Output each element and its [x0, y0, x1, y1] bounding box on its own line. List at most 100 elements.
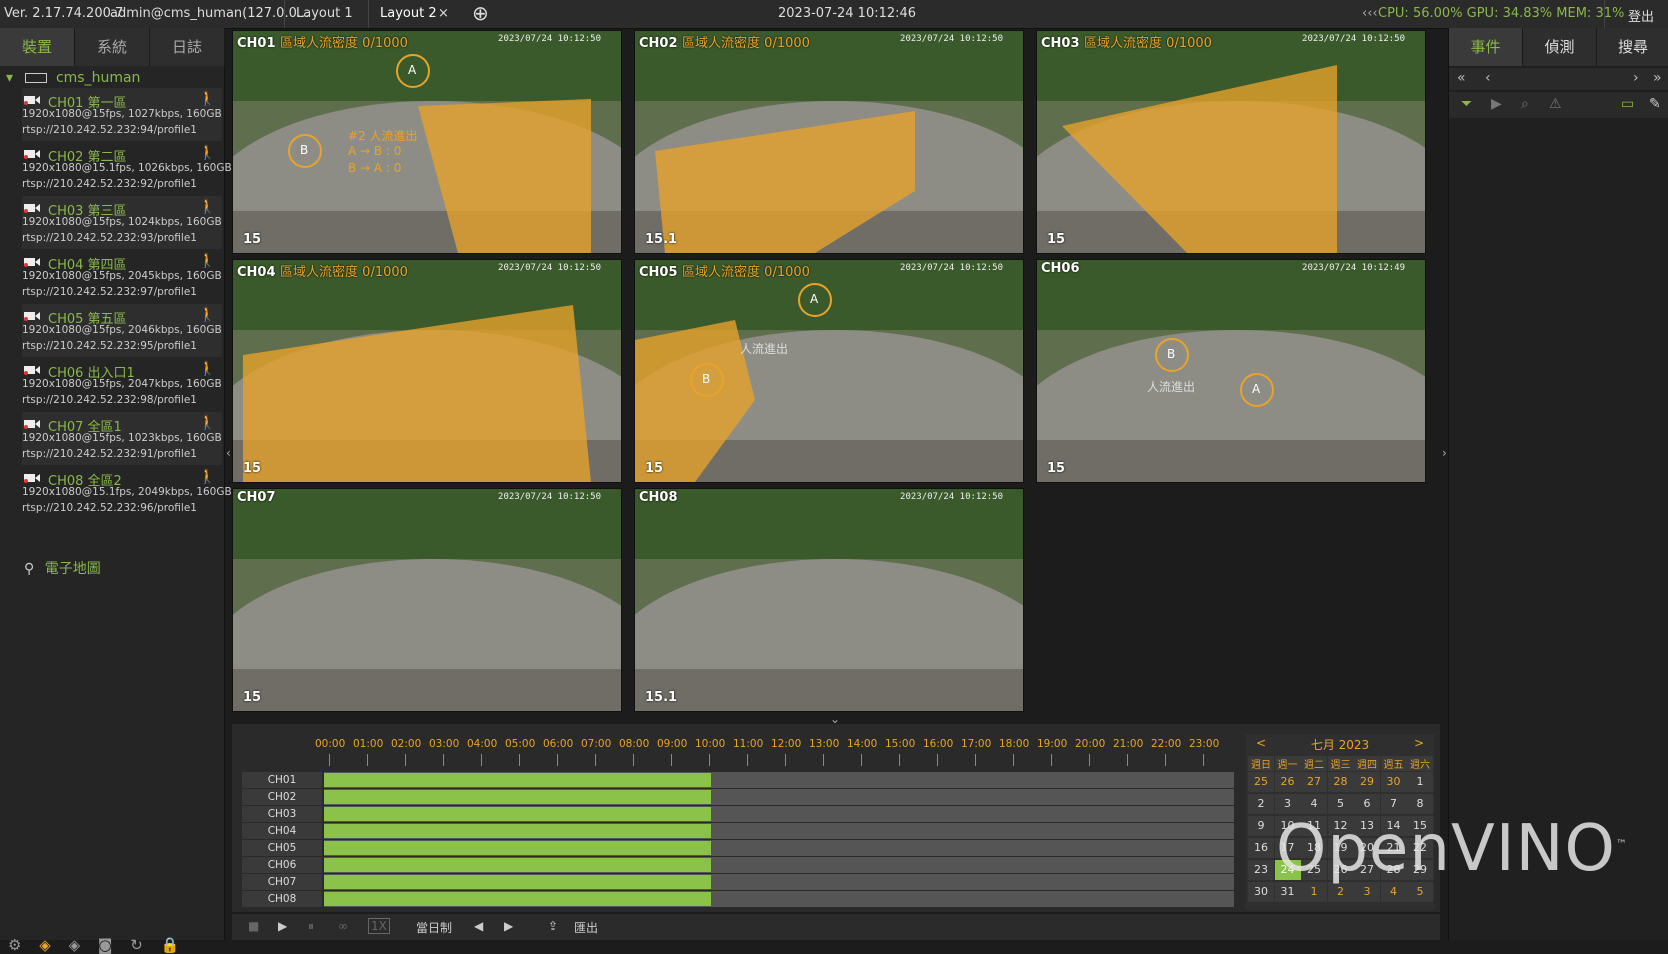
video-tile-ch08[interactable]: CH08 2023/07/24 10:12:50 15.1 — [634, 488, 1024, 712]
calendar-day[interactable]: 27 — [1301, 772, 1327, 792]
timeline-track[interactable] — [324, 857, 1234, 873]
camera-snapshot-icon[interactable]: ◙ — [98, 936, 113, 954]
collapse-icon[interactable]: ‹‹‹ — [1362, 6, 1378, 21]
timeline-track[interactable] — [324, 823, 1234, 839]
calendar-day[interactable]: 3 — [1274, 794, 1301, 814]
person-walk-icon[interactable]: 🚶 — [199, 199, 216, 215]
export-icon[interactable]: ⇪ — [548, 919, 558, 933]
timeline-track[interactable] — [324, 772, 1234, 788]
lock-icon[interactable]: 🔒 — [161, 936, 180, 954]
export-button[interactable]: 匯出 — [574, 919, 598, 936]
settings-icon[interactable]: ⚙ — [8, 936, 21, 954]
person-walk-icon[interactable]: 🚶 — [199, 91, 216, 107]
camera-item[interactable]: CH06 出入口1 🚶 1920x1080@15fps, 2047kbps, 160… — [22, 358, 222, 411]
next-page-icon[interactable]: › — [1633, 70, 1639, 86]
emap-item[interactable]: ⚲ 電子地圖 — [24, 558, 101, 578]
close-tab-icon[interactable]: × — [438, 6, 449, 21]
recorded-segment[interactable] — [324, 773, 711, 787]
speed-button[interactable]: 1X — [368, 918, 390, 934]
calendar-next-button[interactable]: > — [1414, 736, 1424, 750]
tab-detection[interactable]: 偵測 — [1523, 28, 1597, 66]
expand-icon[interactable]: ▾ — [6, 70, 13, 86]
recorded-segment[interactable] — [324, 807, 711, 821]
calendar-day[interactable]: 2 — [1248, 794, 1274, 814]
first-page-icon[interactable]: « — [1457, 70, 1466, 86]
recorded-segment[interactable] — [324, 841, 711, 855]
video-tile-ch05[interactable]: CH05 區域人流密度 0/1000 2023/07/24 10:12:50 15 A… — [634, 259, 1024, 483]
timeline-track[interactable] — [324, 874, 1234, 890]
stop-button[interactable]: ■ — [248, 919, 259, 933]
clear-icon[interactable]: ✎ — [1649, 96, 1661, 112]
recorded-segment[interactable] — [324, 892, 711, 906]
tab-layout-2[interactable]: Layout 2 — [380, 6, 437, 21]
calendar-day[interactable]: 26 — [1274, 772, 1301, 792]
calendar-day[interactable]: 8 — [1407, 794, 1433, 814]
layers-icon[interactable]: ◈ — [39, 936, 51, 954]
calendar-day[interactable]: 9 — [1248, 816, 1274, 836]
camera-item[interactable]: CH03 第三區 🚶 1920x1080@15fps, 1024kbps, 160G… — [22, 196, 222, 249]
person-walk-icon[interactable]: 🚶 — [199, 415, 216, 431]
prev-day-button[interactable]: ◀ — [474, 919, 483, 933]
timeline-track[interactable] — [324, 891, 1234, 907]
play-button[interactable]: ▶ — [278, 919, 287, 933]
calendar-day[interactable]: 30 — [1380, 772, 1407, 792]
video-tile-ch02[interactable]: CH02 區域人流密度 0/1000 2023/07/24 10:12:50 15.… — [634, 30, 1024, 254]
pause-button[interactable]: ⏸ — [308, 919, 314, 934]
person-walk-icon[interactable]: 🚶 — [199, 361, 216, 377]
last-page-icon[interactable]: » — [1653, 70, 1662, 86]
mode-select[interactable]: 當日制 — [416, 919, 452, 936]
tab-events[interactable]: 事件 — [1449, 28, 1523, 66]
calendar-day[interactable]: 23 — [1248, 860, 1274, 880]
tab-logs[interactable]: 日誌 — [150, 28, 225, 66]
camera-item[interactable]: CH08 全區2 🚶 1920x1080@15.1fps, 2049kbps, 16… — [22, 466, 232, 519]
next-day-button[interactable]: ▶ — [504, 919, 513, 933]
video-tile-ch03[interactable]: CH03 區域人流密度 0/1000 2023/07/24 10:12:50 15 — [1036, 30, 1426, 254]
logout-button[interactable]: 登出 — [1628, 6, 1654, 25]
video-tile-ch07[interactable]: CH07 2023/07/24 10:12:50 15 — [232, 488, 622, 712]
person-walk-icon[interactable]: 🚶 — [199, 469, 216, 485]
tab-layout-1[interactable]: Layout 1 — [296, 6, 353, 21]
timeline-track[interactable] — [324, 789, 1234, 805]
camera-item[interactable]: CH02 第二區 🚶 1920x1080@15.1fps, 1026kbps, 16… — [22, 142, 232, 195]
video-tile-ch04[interactable]: CH04 區域人流密度 0/1000 2023/07/24 10:12:50 15 — [232, 259, 622, 483]
calendar-day[interactable]: 16 — [1248, 838, 1274, 858]
camera-item[interactable]: CH07 全區1 🚶 1920x1080@15fps, 1023kbps, 160G… — [22, 412, 222, 465]
add-tab-icon[interactable]: ⊕ — [472, 1, 489, 25]
calendar-day[interactable]: 4 — [1301, 794, 1327, 814]
calendar-day[interactable]: 7 — [1380, 794, 1407, 814]
calendar-day[interactable]: 5 — [1327, 794, 1354, 814]
refresh-icon[interactable]: ↻ — [130, 936, 143, 954]
left-collapse-icon[interactable]: ‹ — [226, 446, 231, 460]
layers-alt-icon[interactable]: ◈ — [69, 936, 81, 954]
loop-button[interactable]: ∞ — [338, 919, 348, 933]
tab-devices[interactable]: 裝置 — [0, 28, 75, 66]
person-walk-icon[interactable]: 🚶 — [199, 145, 216, 161]
recorded-segment[interactable] — [324, 824, 711, 838]
timeline-track[interactable] — [324, 840, 1234, 856]
camera-item[interactable]: CH05 第五區 🚶 1920x1080@15fps, 2046kbps, 160G… — [22, 304, 222, 357]
calendar-day[interactable]: 1 — [1407, 772, 1433, 792]
calendar-day[interactable]: 6 — [1354, 794, 1380, 814]
tree-root[interactable]: ▾ cms_human — [6, 70, 140, 86]
calendar-day[interactable]: 30 — [1248, 882, 1274, 902]
person-walk-icon[interactable]: 🚶 — [199, 307, 216, 323]
filter-icon[interactable]: ⏷ — [1461, 96, 1472, 112]
chat-icon[interactable]: ▭ — [1621, 96, 1634, 112]
recorded-segment[interactable] — [324, 858, 711, 872]
camera-item[interactable]: CH04 第四區 🚶 1920x1080@15fps, 2045kbps, 160G… — [22, 250, 222, 303]
search-icon[interactable]: ⌕ — [1521, 96, 1529, 112]
right-collapse-icon[interactable]: › — [1442, 446, 1447, 460]
warning-icon[interactable]: ⚠ — [1549, 96, 1562, 112]
video-tile-ch06[interactable]: CH06 2023/07/24 10:12:49 15 A B 人流進出 — [1036, 259, 1426, 483]
play-event-icon[interactable]: ▶ — [1491, 96, 1502, 112]
timeline-track[interactable] — [324, 806, 1234, 822]
calendar-day[interactable]: 25 — [1248, 772, 1274, 792]
calendar-day[interactable]: 28 — [1327, 772, 1354, 792]
calendar-prev-button[interactable]: < — [1256, 736, 1266, 750]
prev-page-icon[interactable]: ‹ — [1485, 70, 1491, 86]
camera-item[interactable]: CH01 第一區 🚶 1920x1080@15fps, 1027kbps, 160G… — [22, 88, 222, 141]
tab-search[interactable]: 搜尋 — [1597, 28, 1668, 66]
recorded-segment[interactable] — [324, 875, 711, 889]
tab-system[interactable]: 系統 — [75, 28, 150, 66]
person-walk-icon[interactable]: 🚶 — [199, 253, 216, 269]
